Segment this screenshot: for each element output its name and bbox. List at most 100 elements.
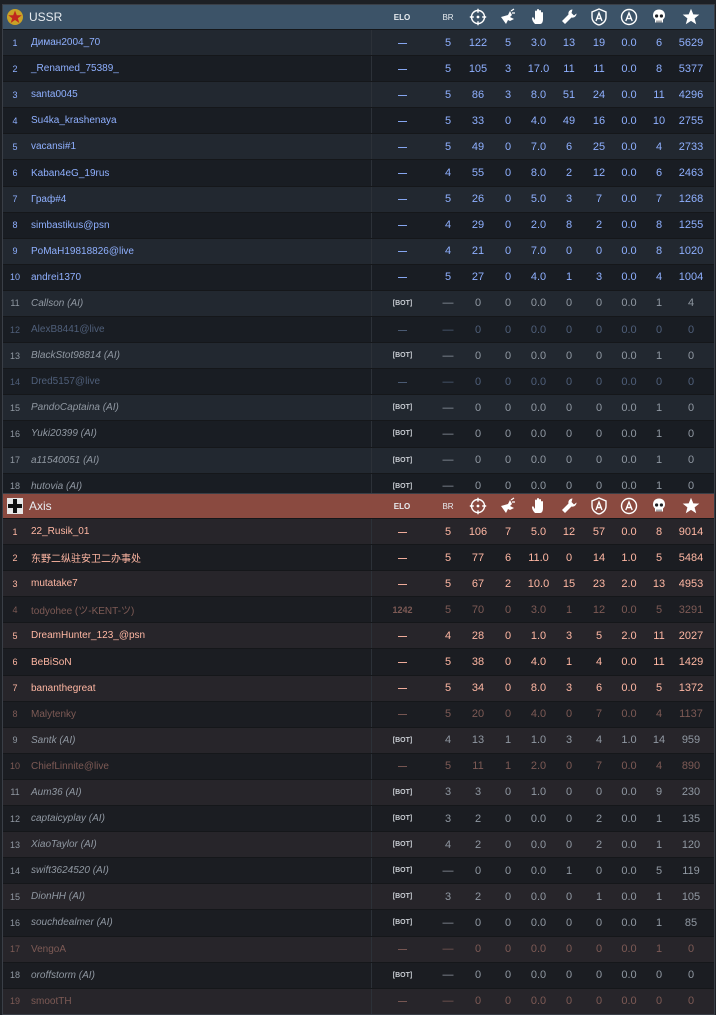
stat-repairs: 0 [565, 349, 573, 362]
player-row[interactable]: 2 _Renamed_75389_ — 5 105 3 17.0 11 11 0.0 8 5377 [3, 55, 714, 82]
player-name[interactable]: DreamHunter_123_@psn [27, 623, 371, 648]
player-row[interactable]: 16 Yuki20399 (AI) [BOT] — 0 0 0.0 0 0 0.0 1 0 [3, 420, 714, 447]
player-name[interactable]: Callson (AI) [27, 291, 371, 316]
player-row[interactable]: 3 santa0045— 5 86 3 8.0 51 24 0.0 11 4296 [3, 81, 714, 108]
player-row[interactable]: 6 BeBiSoN — 5 38 0 4.0 1 4 0.0 11 1429 [3, 648, 714, 675]
player-name[interactable]: Kaban4eG_19rus [27, 160, 371, 185]
player-name[interactable]: Yuki20399 (AI) [27, 421, 371, 446]
player-name[interactable]: XiaoTaylor (AI) [27, 832, 371, 857]
player-row[interactable]: 17 VengoA — —0 0 0.0 0 0 0.0 1 0 [3, 935, 714, 962]
player-name[interactable]: Dred5157@live [27, 369, 371, 394]
player-name[interactable]: todyohee (ツ-KENT-ツ) [27, 597, 371, 622]
stat-captures: 57 [592, 525, 606, 538]
player-row[interactable]: 4 Su4ka_krashenaya — 5 33 0 4.0 49 16 0.0 10 2755 [3, 107, 714, 134]
stat-score: 119 [682, 864, 700, 877]
player-name[interactable]: a11540051 (AI) [27, 448, 371, 473]
player-row[interactable]: 10 ChiefLinnite@live —5 11 1 2.0 0 7 0.0 4 890 [3, 752, 714, 779]
player-name[interactable]: PoMaH19818826@live [27, 239, 371, 264]
player-row[interactable]: 12 captaicyplay (AI) [BOT] 3 2 0 0.0 0 2 0.0 1 135 [3, 805, 714, 832]
player-elo: — [371, 369, 433, 395]
stat-repairs: 0 [565, 890, 573, 903]
stat-captures: 16 [592, 114, 606, 127]
stat-repairs: 0 [565, 838, 573, 851]
player-row[interactable]: 9 PoMaH19818826@live — 4 21 0 7.0 0 0 0.0 8 1020 [3, 237, 714, 264]
stat-score: 0 [687, 349, 695, 362]
player-name[interactable]: BeBiSoN [27, 649, 371, 674]
player-row[interactable]: 17 a11540051 (AI) [BOT] — 0 0 0.0 0 0 0.0 1 0 [3, 446, 714, 473]
player-row[interactable]: 7 Граф#4— 5 26 0 5.0 3 7 0.0 7 1268 [3, 185, 714, 212]
player-row[interactable]: 11 Aum36 (AI) [BOT] 3 3 0 1.0 0 0 0.0 9 230 [3, 778, 714, 806]
player-row[interactable]: 13 BlackStot98814 (AI) [BOT] — 0 0 0.0 0 0 0.0 1 0 [3, 342, 714, 369]
player-name[interactable]: DionHH (AI) [27, 884, 371, 909]
player-name[interactable]: Su4ka_krashenaya [27, 108, 371, 133]
player-row[interactable]: 5 DreamHunter_123_@psn — 4 28 0 1.0 3 5 2.0 11 2027 [3, 622, 714, 649]
player-br: — [442, 864, 454, 877]
stat-deaths: 13 [652, 577, 666, 590]
player-row[interactable]: 12 AlexB8441@live — —0 0 0.0 0 0 0.0 0 0 [3, 316, 714, 343]
player-name[interactable]: ChiefLinnite@live [27, 754, 371, 779]
player-row[interactable]: 8 simbastikus@psn — 4 29 0 2.0 8 2 0.0 8 1255 [3, 211, 714, 238]
player-name[interactable]: PandoCaptaina (AI) [27, 395, 371, 420]
player-name[interactable]: Santk (AI) [27, 728, 371, 753]
stat-deaths: 5 [655, 864, 663, 877]
player-name[interactable]: oroffstorm (AI) [27, 963, 371, 988]
stat-assists: 17.0 [527, 62, 550, 75]
shield-a-icon [584, 494, 614, 518]
player-row[interactable]: 19 smootTH — —0 0 0.0 0 0 0.0 0 0 [3, 987, 714, 1014]
player-name[interactable]: smootTH [27, 989, 371, 1014]
player-row[interactable]: 1 Диман2004_70— 5 122 5 3.0 13 19 0.0 6 5629 [3, 29, 714, 56]
player-name[interactable]: captaicyplay (AI) [27, 806, 371, 831]
stat-score: 230 [681, 786, 701, 799]
player-name[interactable]: vacansi#1 [27, 134, 371, 159]
stat-acaps: 1.0 [621, 734, 637, 747]
player-row[interactable]: 6 Kaban4eG_19rus — 4 55 0 8.0 2 12 0.0 6 2463 [3, 159, 714, 186]
player-name[interactable]: Граф#4 [27, 187, 371, 212]
player-name[interactable]: Malytenky [27, 702, 371, 727]
stat-kills: 0 [474, 427, 482, 440]
stat-acaps: 0.0 [621, 427, 637, 440]
player-name[interactable]: santa0045 [27, 82, 371, 107]
player-row[interactable]: 15 DionHH (AI) [BOT] 3 2 0 0.0 0 1 0.0 1 105 [3, 883, 714, 910]
player-row[interactable]: 13 XiaoTaylor (AI) [BOT] 4 2 0 0.0 0 2 0.0 1 120 [3, 831, 714, 858]
player-name[interactable]: andrei1370 [27, 265, 371, 290]
player-row[interactable]: 4 todyohee (ツ-KENT-ツ) 1242 5 70 0 3.0 1 12 0.0 5 32… [3, 596, 714, 623]
player-name[interactable]: Диман2004_70 [27, 30, 371, 55]
player-name[interactable]: mutatake7 [27, 571, 371, 596]
stat-kills: 0 [474, 969, 482, 982]
player-name[interactable]: 22_Rusik_01 [27, 519, 371, 544]
br-header: BR [442, 12, 454, 22]
stat-assists: 8.0 [530, 88, 547, 101]
stat-captures: 0 [595, 864, 603, 877]
player-name[interactable]: swift3624520 (AI) [27, 858, 371, 883]
player-row[interactable]: 3 mutatake7— 5 67 2 10.0 15 23 2.0 13 4953 [3, 570, 714, 597]
player-row[interactable]: 15 PandoCaptaina (AI) [BOT] — 0 0 0.0 0 0 0.0 1 0 [3, 394, 714, 421]
player-name[interactable]: 东野二纵驻安卫二办事处 [27, 545, 371, 570]
stat-kills: 2 [474, 812, 482, 825]
player-rank: 18 [9, 970, 20, 981]
player-row[interactable]: 14 swift3624520 (AI) [BOT] — 0 0 0.0 1 0 0.0 5 119 [3, 857, 714, 884]
player-row[interactable]: 1 22_Rusik_01— 5 106 7 5.0 12 57 0.0 8 9014 [3, 518, 714, 545]
player-name[interactable]: BlackStot98814 (AI) [27, 343, 371, 368]
player-row[interactable]: 10 andrei1370— 5 27 0 4.0 1 3 0.0 4 1004 [3, 263, 714, 290]
player-row[interactable]: 7 bananthegreat — 5 34 0 8.0 3 6 0.0 5 1372 [3, 674, 714, 701]
player-name[interactable]: VengoA [27, 937, 371, 962]
player-name[interactable]: _Renamed_75389_ [27, 56, 371, 81]
player-row[interactable]: 2 东野二纵驻安卫二办事处 — 5 77 6 11.0 0 14 1.0 5 5484 [3, 544, 714, 571]
player-row[interactable]: 18 oroffstorm (AI) [BOT] — 0 0 0.0 0 0 0.0 0 0 [3, 961, 714, 988]
player-row[interactable]: 16 souchdealmer (AI) [BOT] — 0 0 0.0 0 0 0.0 1 85 [3, 909, 714, 936]
player-name[interactable]: AlexB8441@live [27, 317, 371, 342]
player-row[interactable]: 11 Callson (AI) [BOT] — 0 0 0.0 0 0 0.0 1 4 [3, 289, 714, 317]
stat-acaps: 0.0 [621, 603, 637, 616]
wrench-icon [554, 494, 584, 518]
player-row[interactable]: 5 vacansi#1— 5 49 0 7.0 6 25 0.0 4 2733 [3, 133, 714, 160]
player-name[interactable]: souchdealmer (AI) [27, 910, 371, 935]
player-name[interactable]: bananthegreat [27, 676, 371, 701]
stat-acaps: 0.0 [621, 36, 637, 49]
player-elo: — [371, 160, 433, 186]
player-row[interactable]: 8 Malytenky — 5 20 0 4.0 0 7 0.0 4 1137 [3, 700, 714, 727]
player-elo: [BOT] [371, 910, 433, 936]
player-name[interactable]: simbastikus@psn [27, 213, 371, 238]
player-row[interactable]: 14 Dred5157@live — —0 0 0.0 0 0 0.0 0 0 [3, 368, 714, 395]
player-row[interactable]: 9 Santk (AI) [BOT] 4 13 1 1.0 3 4 1.0 14 959 [3, 726, 714, 753]
player-name[interactable]: Aum36 (AI) [27, 780, 371, 805]
